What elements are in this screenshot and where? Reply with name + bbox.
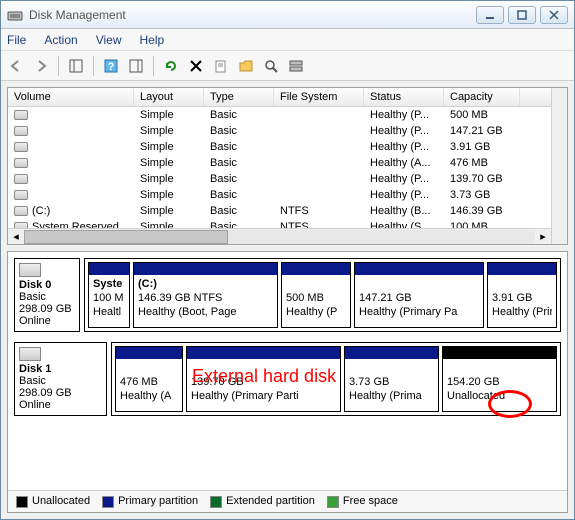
volume-row[interactable]: System ReservedSimpleBasicNTFSHealthy (S… <box>8 219 551 228</box>
col-capacity[interactable]: Capacity <box>444 88 520 106</box>
volume-row[interactable]: SimpleBasicHealthy (P...147.21 GB <box>8 123 551 139</box>
legend-primary: Primary partition <box>102 495 198 507</box>
horizontal-scrollbar[interactable]: ◂ ▸ <box>8 228 551 244</box>
legend-free: Free space <box>327 495 398 507</box>
properties-icon[interactable] <box>210 55 232 77</box>
volume-row[interactable]: SimpleBasicHealthy (P...500 MB <box>8 107 551 123</box>
partition-primary[interactable]: 3.91 GBHealthy (Prin <box>487 262 557 328</box>
app-icon <box>7 7 23 23</box>
partition-primary[interactable]: 476 MBHealthy (A <box>115 346 183 412</box>
help-icon[interactable]: ? <box>100 55 122 77</box>
back-button[interactable] <box>5 55 27 77</box>
partition-container: 476 MBHealthy (A 139.70 GBHealthy (Prima… <box>111 342 561 416</box>
vertical-scrollbar[interactable] <box>551 88 567 244</box>
disk-graph-body[interactable]: Disk 0Basic298.09 GBOnlineSyste100 MHeal… <box>8 252 567 490</box>
toolbar: ? <box>1 51 574 81</box>
partition-primary[interactable]: Syste100 MHealtl <box>88 262 130 328</box>
menu-action[interactable]: Action <box>44 33 77 47</box>
volume-list-pane: Volume Layout Type File System Status Ca… <box>7 87 568 245</box>
disk-label[interactable]: Disk 1Basic298.09 GBOnline <box>14 342 107 416</box>
legend-unallocated: Unallocated <box>16 495 90 507</box>
partition-primary[interactable]: 500 MBHealthy (P <box>281 262 351 328</box>
delete-icon[interactable] <box>185 55 207 77</box>
volume-row[interactable]: SimpleBasicHealthy (A...476 MB <box>8 155 551 171</box>
disk-list-icon[interactable] <box>285 55 307 77</box>
col-status[interactable]: Status <box>364 88 444 106</box>
titlebar[interactable]: Disk Management <box>1 1 574 29</box>
col-type[interactable]: Type <box>204 88 274 106</box>
volume-row[interactable]: SimpleBasicHealthy (P...3.73 GB <box>8 187 551 203</box>
menu-file[interactable]: File <box>7 33 26 47</box>
col-spacer <box>520 88 551 106</box>
partition-primary[interactable]: (C:)146.39 GB NTFSHealthy (Boot, Page <box>133 262 278 328</box>
volume-row[interactable]: (C:)SimpleBasicNTFSHealthy (B...146.39 G… <box>8 203 551 219</box>
volume-list-body[interactable]: SimpleBasicHealthy (P...500 MBSimpleBasi… <box>8 107 551 228</box>
disk-row: Disk 1Basic298.09 GBOnline 476 MBHealthy… <box>14 342 561 416</box>
window-controls <box>476 6 568 24</box>
minimize-button[interactable] <box>476 6 504 24</box>
show-hide-console-tree-icon[interactable] <box>65 55 87 77</box>
svg-text:?: ? <box>108 61 115 73</box>
disk-label[interactable]: Disk 0Basic298.09 GBOnline <box>14 258 80 332</box>
action-pane-icon[interactable] <box>125 55 147 77</box>
col-filesystem[interactable]: File System <box>274 88 364 106</box>
forward-button[interactable] <box>30 55 52 77</box>
col-layout[interactable]: Layout <box>134 88 204 106</box>
window-title: Disk Management <box>29 8 476 22</box>
legend-extended: Extended partition <box>210 495 315 507</box>
disk-graphical-pane: Disk 0Basic298.09 GBOnlineSyste100 MHeal… <box>7 251 568 513</box>
folder-open-icon[interactable] <box>235 55 257 77</box>
partition-primary[interactable]: 147.21 GBHealthy (Primary Pa <box>354 262 484 328</box>
disk-management-window: Disk Management File Action View Help ? <box>0 0 575 520</box>
volume-row[interactable]: SimpleBasicHealthy (P...139.70 GB <box>8 171 551 187</box>
menu-help[interactable]: Help <box>140 33 165 47</box>
partition-unallocated[interactable]: 154.20 GBUnallocated <box>442 346 557 412</box>
refresh-icon[interactable] <box>160 55 182 77</box>
menu-view[interactable]: View <box>96 33 122 47</box>
close-button[interactable] <box>540 6 568 24</box>
volume-row[interactable]: SimpleBasicHealthy (P...3.91 GB <box>8 139 551 155</box>
volume-list-header: Volume Layout Type File System Status Ca… <box>8 88 551 107</box>
partition-primary[interactable]: 3.73 GBHealthy (Prima <box>344 346 439 412</box>
col-volume[interactable]: Volume <box>8 88 134 106</box>
partition-primary[interactable]: 139.70 GBHealthy (Primary Parti <box>186 346 341 412</box>
maximize-button[interactable] <box>508 6 536 24</box>
menubar: File Action View Help <box>1 29 574 51</box>
disk-row: Disk 0Basic298.09 GBOnlineSyste100 MHeal… <box>14 258 561 332</box>
legend: Unallocated Primary partition Extended p… <box>8 490 567 512</box>
partition-container: Syste100 MHealtl(C:)146.39 GB NTFSHealth… <box>84 258 561 332</box>
content-area: Volume Layout Type File System Status Ca… <box>1 81 574 519</box>
magnifier-icon[interactable] <box>260 55 282 77</box>
